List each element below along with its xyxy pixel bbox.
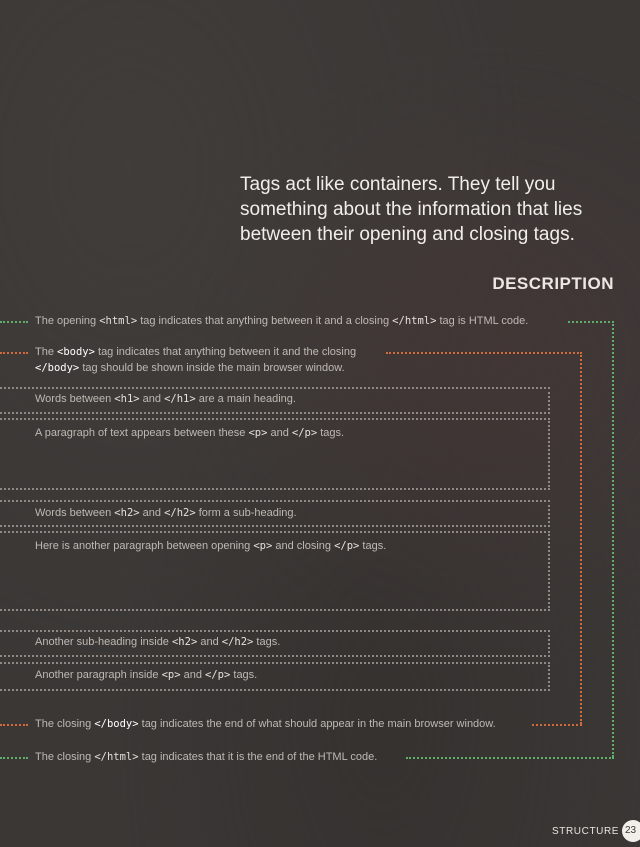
h1-open-tag: <h1> <box>114 393 140 405</box>
line-html-close: The closing </html> tag indicates that i… <box>35 751 378 763</box>
body-close-leader-left <box>0 724 28 726</box>
body-close-tag: </body> <box>35 362 80 374</box>
body-bracket-vertical <box>580 352 582 724</box>
p-close-tag: </p> <box>291 427 318 439</box>
h2-close-tag: </h2> <box>164 507 196 519</box>
body-open-leader-right <box>386 352 582 354</box>
html-close-leader-left <box>0 757 28 759</box>
line-body-open: The <body> tag indicates that anything b… <box>35 346 357 374</box>
p-close-tag: </p> <box>334 540 360 552</box>
h2-open-tag: <h2> <box>171 636 198 648</box>
line-h2-2: Another sub-heading inside <h2> and </h2… <box>35 636 281 648</box>
html-close-leader-right <box>406 757 614 759</box>
body-open-tag: <body> <box>57 346 95 358</box>
p-open-tag: <p> <box>253 540 273 552</box>
intro-text: Tags act like containers. They tell you … <box>240 174 583 245</box>
html-open-leader-left <box>0 321 28 323</box>
line-html-open: The opening <html> tag indicates that an… <box>35 315 529 327</box>
line-p-1: A paragraph of text appears between thes… <box>35 427 345 439</box>
p-open-tag: <p> <box>161 669 181 681</box>
section-heading: DESCRIPTION <box>492 274 614 293</box>
line-h2-1: Words between <h2> and </h2> form a sub-… <box>35 507 297 519</box>
line-body-close: The closing </body> tag indicates the en… <box>35 718 496 730</box>
line-p-2: Here is another paragraph between openin… <box>35 540 387 552</box>
p-open-tag: <p> <box>248 427 268 439</box>
body-close-leader-right <box>532 724 582 726</box>
html-open-leader-right <box>568 321 614 323</box>
page-number: 23 <box>622 820 640 842</box>
html-open-tag: <html> <box>99 315 138 327</box>
body-close-tag: </body> <box>94 718 139 730</box>
h1-close-tag: </h1> <box>164 393 196 405</box>
html-close-tag: </html> <box>94 751 139 763</box>
body-open-leader-left <box>0 352 28 354</box>
html-close-tag: </html> <box>392 315 437 327</box>
line-p-3: Another paragraph inside <p> and </p> ta… <box>35 669 258 681</box>
html-bracket-vertical <box>612 321 614 757</box>
line-h1: Words between <h1> and </h1> are a main … <box>35 393 296 405</box>
h2-close-tag: </h2> <box>221 636 254 648</box>
h2-open-tag: <h2> <box>114 507 140 519</box>
footer-section-label: STRUCTURE <box>552 826 620 837</box>
p-close-tag: </p> <box>205 669 231 681</box>
